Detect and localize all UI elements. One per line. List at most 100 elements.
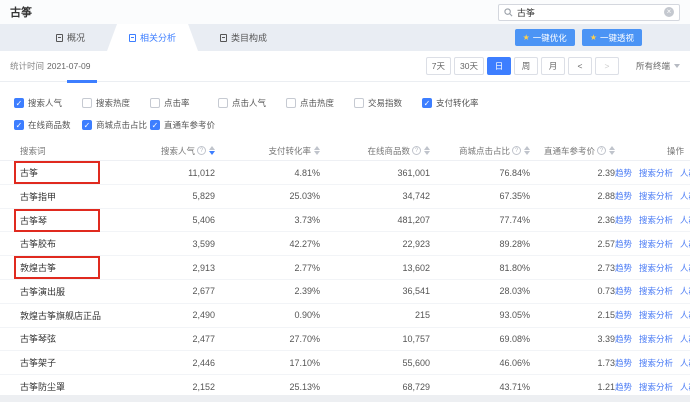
trend-link[interactable]: 趋势 bbox=[615, 309, 632, 321]
red-annotation-box: 古筝 bbox=[14, 161, 100, 184]
search-analysis-link[interactable]: 搜索分析 bbox=[639, 285, 673, 297]
metric-checkbox-transaction-index[interactable]: ✓ 交易指数 bbox=[354, 97, 422, 109]
red-annotation-box: 敦煌古筝 bbox=[14, 256, 100, 280]
range-day-button[interactable]: 日 bbox=[486, 57, 511, 75]
keyword-search-box[interactable]: × bbox=[498, 3, 680, 21]
search-analysis-link[interactable]: 搜索分析 bbox=[639, 190, 673, 202]
terminal-filter-label: 所有终端 bbox=[635, 61, 670, 71]
search-analysis-link[interactable]: 搜索分析 bbox=[639, 167, 673, 179]
crowd-analysis-link[interactable]: 人群分析 bbox=[680, 262, 690, 274]
cell-payment-conversion-rate: 3.73% bbox=[294, 215, 320, 226]
metric-checkbox-mall-click-ratio[interactable]: ✓ 商城点击占比 bbox=[82, 119, 150, 131]
column-header-payment-conversion-rate: 支付转化率 bbox=[215, 145, 320, 157]
table-row: 古筝胶布 3,599 42.27% 22,923 89.28% 2.57趋势搜索分析人群… bbox=[0, 232, 690, 257]
metric-checkbox-click-heat[interactable]: ✓ 点击热度 bbox=[286, 97, 354, 109]
info-icon[interactable]: ? bbox=[412, 146, 421, 155]
horizontal-scrollbar[interactable] bbox=[0, 395, 690, 402]
table-body: 古筝 11,0124.81%361,00176.84%2.39趋势搜索分析人群分… bbox=[0, 161, 690, 399]
metric-checkbox-ztc-reference-price[interactable]: ✓ 直通车参考价 bbox=[150, 119, 218, 131]
search-analysis-link[interactable]: 搜索分析 bbox=[639, 214, 673, 226]
crowd-analysis-link[interactable]: 人群分析 bbox=[680, 333, 690, 345]
cell-ztc-reference-price: 2.36 bbox=[597, 215, 615, 226]
stat-time-value: 2021-07-09 bbox=[47, 61, 91, 71]
metric-checkbox-search-heat[interactable]: ✓ 搜索热度 bbox=[82, 97, 150, 109]
range-month-button[interactable]: 月 bbox=[540, 57, 565, 75]
cell-search-popularity: 2,490 bbox=[192, 310, 215, 321]
crowd-analysis-link[interactable]: 人群分析 bbox=[680, 285, 690, 297]
search-word-cell: 古筝防尘罩 bbox=[20, 382, 66, 393]
column-header-ztc-reference-price: 直通车参考价 ? bbox=[530, 145, 615, 157]
cell-mall-click-ratio: 76.84% bbox=[499, 167, 530, 178]
crowd-analysis-link[interactable]: 人群分析 bbox=[680, 238, 690, 250]
trend-link[interactable]: 趋势 bbox=[615, 381, 632, 393]
search-analysis-link[interactable]: 搜索分析 bbox=[639, 357, 673, 369]
column-header-search-word: 搜索词 bbox=[20, 145, 46, 156]
range-7-days-button[interactable]: 7天 bbox=[425, 57, 452, 75]
search-analysis-link[interactable]: 搜索分析 bbox=[639, 262, 673, 274]
terminal-filter-dropdown[interactable]: 所有终端 bbox=[636, 60, 680, 72]
crowd-analysis-link[interactable]: 人群分析 bbox=[680, 190, 690, 202]
document-icon bbox=[220, 33, 228, 42]
trend-link[interactable]: 趋势 bbox=[615, 214, 632, 226]
cell-online-products: 34,742 bbox=[402, 191, 430, 202]
crowd-analysis-link[interactable]: 人群分析 bbox=[680, 167, 690, 179]
tab-related-analysis[interactable]: 相关分析 bbox=[107, 24, 198, 51]
keyword-analytics-page: 古筝 × 概况 相关分析 类目构成 ★ 一键优化 ★ 一键透视 统计时间2021… bbox=[0, 0, 690, 402]
info-icon[interactable]: ? bbox=[512, 146, 521, 155]
search-analysis-link[interactable]: 搜索分析 bbox=[639, 238, 673, 250]
cell-mall-click-ratio: 81.80% bbox=[499, 262, 530, 273]
info-icon[interactable]: ? bbox=[197, 146, 206, 155]
search-icon bbox=[504, 7, 513, 17]
cell-search-popularity: 2,913 bbox=[192, 262, 215, 273]
crowd-analysis-link[interactable]: 人群分析 bbox=[680, 309, 690, 321]
red-annotation-box: 古筝琴 bbox=[14, 208, 100, 232]
checkbox-icon: ✓ bbox=[218, 97, 228, 108]
range-30-days-button[interactable]: 30天 bbox=[454, 57, 484, 75]
column-header-search-popularity: 搜索人气 ? bbox=[140, 145, 215, 157]
prev-period-button[interactable]: < bbox=[567, 57, 592, 75]
metric-selector-panel: ✓ 搜索人气 ✓ 搜索热度 ✓ 点击率 ✓ 点击人气 ✓ 点击热度 ✓ 交易指数… bbox=[0, 82, 690, 141]
trend-link[interactable]: 趋势 bbox=[615, 190, 632, 202]
top-bar: 古筝 × bbox=[0, 0, 690, 24]
cell-mall-click-ratio: 69.08% bbox=[499, 333, 530, 344]
metric-checkbox-search-popularity[interactable]: ✓ 搜索人气 bbox=[14, 97, 82, 109]
stats-toolbar: 统计时间 2021-07-09 7天 30天日周月 < > 所有终端 bbox=[0, 51, 690, 83]
trend-link[interactable]: 趋势 bbox=[615, 238, 632, 250]
search-analysis-link[interactable]: 搜索分析 bbox=[639, 333, 673, 345]
search-analysis-link[interactable]: 搜索分析 bbox=[639, 381, 673, 393]
row-actions: 趋势搜索分析人群分析 bbox=[615, 285, 690, 297]
tab-category-composition[interactable]: 类目构成 bbox=[198, 24, 289, 51]
trend-link[interactable]: 趋势 bbox=[615, 285, 632, 297]
metric-checkbox-online-products[interactable]: ✓ 在线商品数 bbox=[14, 119, 82, 131]
trend-link[interactable]: 趋势 bbox=[615, 357, 632, 369]
metric-checkbox-click-rate[interactable]: ✓ 点击率 bbox=[150, 97, 218, 109]
crowd-analysis-link[interactable]: 人群分析 bbox=[680, 214, 690, 226]
tab-bar: 概况 相关分析 类目构成 bbox=[0, 24, 289, 51]
row-actions: 趋势搜索分析人群分析 bbox=[615, 190, 690, 202]
cell-payment-conversion-rate: 25.13% bbox=[289, 381, 320, 392]
one-key-optimize-button[interactable]: ★ 一键优化 bbox=[514, 29, 575, 46]
cell-search-popularity: 2,152 bbox=[192, 381, 215, 392]
checkbox-icon: ✓ bbox=[150, 97, 160, 108]
tab-overview[interactable]: 概况 bbox=[34, 24, 107, 51]
keywords-table: 搜索词 搜索人气 ? 支付转化率 在线商品数 ? 商城点击占比 ? 直通车参考价… bbox=[0, 141, 690, 399]
metric-checkbox-payment-conversion-rate[interactable]: ✓ 支付转化率 bbox=[422, 97, 490, 109]
checkbox-icon: ✓ bbox=[82, 97, 92, 108]
column-header-online-products: 在线商品数 ? bbox=[320, 145, 430, 157]
trend-link[interactable]: 趋势 bbox=[615, 167, 632, 179]
search-input[interactable] bbox=[517, 7, 660, 17]
search-word-cell: 敦煌古筝旗舰店正品 bbox=[20, 310, 102, 321]
metric-checkbox-click-popularity[interactable]: ✓ 点击人气 bbox=[218, 97, 286, 109]
crowd-analysis-link[interactable]: 人群分析 bbox=[680, 357, 690, 369]
trend-link[interactable]: 趋势 bbox=[615, 262, 632, 274]
one-key-perspective-button[interactable]: ★ 一键透视 bbox=[581, 29, 642, 46]
search-analysis-link[interactable]: 搜索分析 bbox=[639, 309, 673, 321]
clear-search-icon[interactable]: × bbox=[664, 7, 674, 17]
next-period-button[interactable]: > bbox=[594, 57, 619, 75]
crowd-analysis-link[interactable]: 人群分析 bbox=[680, 381, 690, 393]
info-icon[interactable]: ? bbox=[597, 146, 606, 155]
trend-link[interactable]: 趋势 bbox=[615, 333, 632, 345]
range-week-button[interactable]: 周 bbox=[513, 57, 538, 75]
search-word-cell: 古筝 bbox=[0, 161, 140, 184]
cell-payment-conversion-rate: 2.77% bbox=[294, 262, 320, 273]
